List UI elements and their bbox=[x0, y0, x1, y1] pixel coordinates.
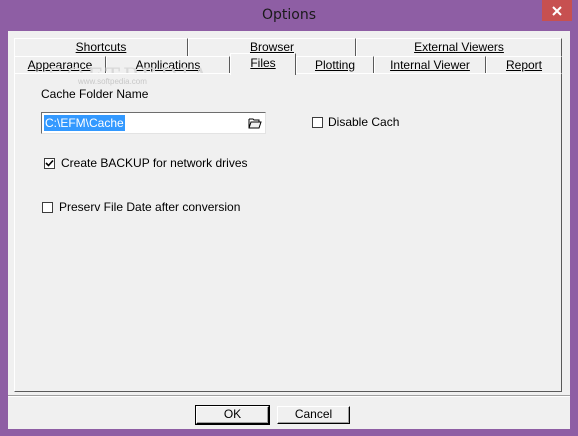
close-icon bbox=[552, 5, 562, 16]
cache-folder-input[interactable]: C:\EFM\Cache bbox=[41, 112, 266, 134]
title-bar[interactable]: Options bbox=[0, 0, 578, 30]
tab-report[interactable]: Report bbox=[486, 56, 562, 74]
tab-plotting[interactable]: Plotting bbox=[296, 56, 374, 74]
options-window: Options Shortcuts Browser External Viewe… bbox=[0, 0, 578, 436]
tab-label: Plotting bbox=[314, 58, 356, 72]
tab-shortcuts[interactable]: Shortcuts bbox=[14, 38, 188, 56]
cancel-button[interactable]: Cancel bbox=[277, 406, 350, 424]
cache-folder-label: Cache Folder Name bbox=[41, 87, 149, 101]
disable-cache-checkbox[interactable] bbox=[312, 117, 323, 128]
dialog-client: Shortcuts Browser External Viewers Appea… bbox=[8, 31, 570, 429]
tab-label: Files bbox=[250, 56, 276, 70]
tab-label: Internal Viewer bbox=[390, 58, 470, 72]
browse-folder-button[interactable] bbox=[247, 115, 263, 131]
tab-label: Shortcuts bbox=[75, 40, 127, 54]
folder-open-icon bbox=[248, 118, 262, 129]
files-panel: Cache Folder Name C:\EFM\Cache Disable C… bbox=[14, 73, 562, 392]
close-button[interactable] bbox=[542, 0, 572, 21]
tab-label: Report bbox=[505, 58, 543, 72]
ok-button[interactable]: OK bbox=[195, 405, 270, 425]
tab-label: External Viewers bbox=[414, 40, 504, 54]
footer-divider bbox=[8, 395, 570, 397]
disable-cache-label: Disable Cach bbox=[328, 115, 400, 129]
preserve-date-checkbox[interactable] bbox=[42, 202, 53, 213]
tab-files[interactable]: Files bbox=[230, 53, 296, 75]
watermark-url: www.softpedia.com bbox=[78, 77, 147, 86]
create-backup-checkbox[interactable] bbox=[44, 158, 55, 169]
create-backup-label: Create BACKUP for network drives bbox=[61, 156, 248, 170]
checkmark-icon bbox=[45, 159, 54, 167]
window-title: Options bbox=[261, 7, 317, 23]
tab-label: Browser bbox=[249, 40, 294, 54]
cache-folder-value: C:\EFM\Cache bbox=[44, 115, 125, 131]
tab-external-viewers[interactable]: External Viewers bbox=[356, 38, 562, 56]
preserve-date-label: Preserv File Date after conversion bbox=[59, 200, 241, 214]
tab-internal-viewer[interactable]: Internal Viewer bbox=[374, 56, 486, 74]
